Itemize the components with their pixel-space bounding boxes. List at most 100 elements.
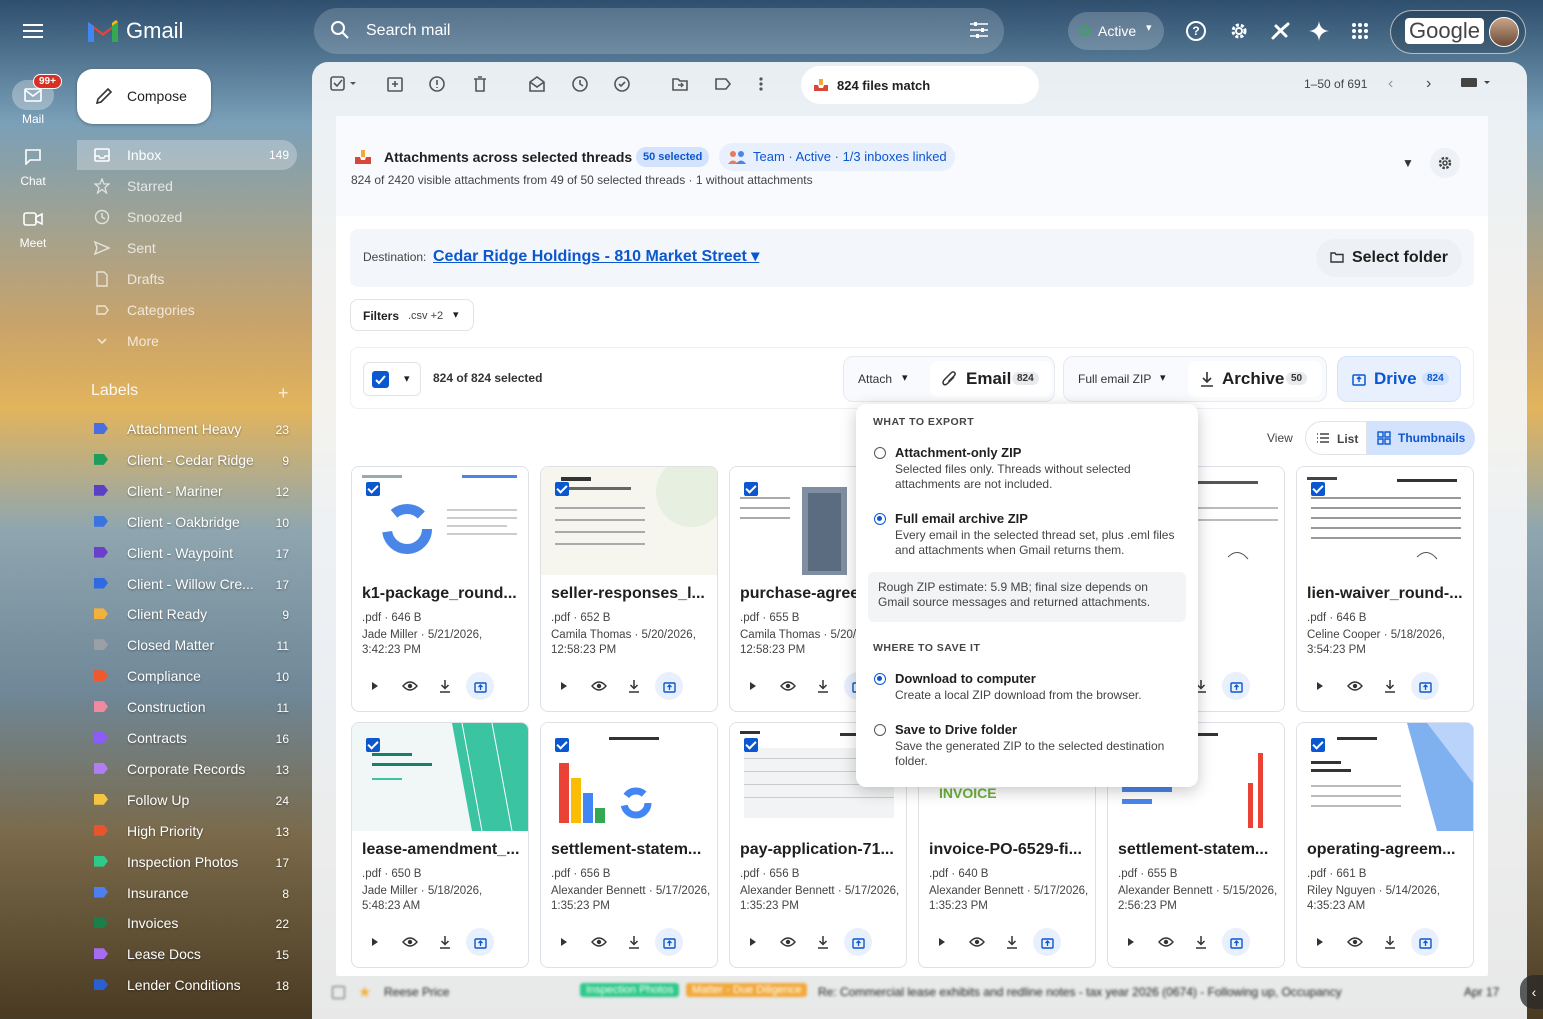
save-to-drive-icon[interactable] xyxy=(655,672,683,700)
play-icon[interactable] xyxy=(1306,928,1334,956)
help-icon[interactable]: ? xyxy=(1184,19,1208,43)
files-match-pill[interactable]: 824 files match xyxy=(801,66,1039,104)
label-item[interactable]: Client - Willow Cre... 17 xyxy=(77,570,297,598)
download-icon[interactable] xyxy=(431,928,459,956)
card-checkbox-icon[interactable] xyxy=(744,482,758,496)
team-chip[interactable]: Team · Active · 1/3 inboxes linked xyxy=(719,143,955,171)
label-tag-icon[interactable] xyxy=(714,75,734,95)
label-item[interactable]: Insurance 8 xyxy=(77,879,297,907)
status-selector[interactable]: Active ▾ xyxy=(1068,12,1164,50)
radio-selected-icon[interactable] xyxy=(874,513,886,525)
play-icon[interactable] xyxy=(361,672,389,700)
email-list-row[interactable]: ★ Reese Price Inspection Photos Matter -… xyxy=(320,980,1520,1006)
account-switcher[interactable]: Google xyxy=(1390,10,1526,54)
play-icon[interactable] xyxy=(739,672,767,700)
save-to-drive-icon[interactable] xyxy=(1222,928,1250,956)
card-checkbox-icon[interactable] xyxy=(1311,738,1325,752)
rail-chat[interactable]: Chat xyxy=(0,142,66,188)
label-item[interactable]: Contracts 16 xyxy=(77,724,297,752)
download-icon[interactable] xyxy=(1187,928,1215,956)
star-icon[interactable]: ★ xyxy=(358,983,371,1001)
label-item[interactable]: Follow Up 24 xyxy=(77,786,297,814)
radio-icon[interactable] xyxy=(874,724,886,736)
save-to-drive-icon[interactable] xyxy=(466,928,494,956)
preview-eye-icon[interactable] xyxy=(1341,672,1369,700)
download-icon[interactable] xyxy=(431,672,459,700)
download-to-computer-option[interactable]: Download to computer Create a local ZIP … xyxy=(874,671,1194,705)
label-item[interactable]: Lender Conditions 18 xyxy=(77,971,297,999)
label-item[interactable]: Lease Docs 15 xyxy=(77,940,297,968)
play-icon[interactable] xyxy=(550,672,578,700)
label-item[interactable]: Client - Waypoint 17 xyxy=(77,539,297,567)
preview-eye-icon[interactable] xyxy=(396,672,424,700)
filters-dropdown[interactable]: Filters .csv +2 ▾ xyxy=(350,299,474,331)
save-to-drive-icon[interactable] xyxy=(844,928,872,956)
zip-mode-dropdown[interactable]: Full email ZIP xyxy=(1078,372,1151,386)
apps-script-icon[interactable] xyxy=(1269,19,1293,43)
main-menu-icon[interactable] xyxy=(18,18,48,44)
email-button[interactable]: Email 824 xyxy=(930,361,1052,397)
download-icon[interactable] xyxy=(620,928,648,956)
snooze-clock-icon[interactable] xyxy=(571,75,591,95)
more-vert-icon[interactable] xyxy=(758,75,778,95)
gemini-sparkle-icon[interactable] xyxy=(1307,19,1331,43)
preview-eye-icon[interactable] xyxy=(774,672,802,700)
label-item[interactable]: Inspection Photos 17 xyxy=(77,848,297,876)
save-to-drive-option[interactable]: Save to Drive folder Save the generated … xyxy=(874,722,1194,770)
download-icon[interactable] xyxy=(809,672,837,700)
label-item[interactable]: Compliance 10 xyxy=(77,662,297,690)
save-to-drive-icon[interactable] xyxy=(1033,928,1061,956)
rail-meet[interactable]: Meet xyxy=(0,204,66,250)
card-checkbox-icon[interactable] xyxy=(555,482,569,496)
save-to-drive-icon[interactable] xyxy=(1411,672,1439,700)
card-checkbox-icon[interactable] xyxy=(366,482,380,496)
report-spam-icon[interactable] xyxy=(428,75,448,95)
play-icon[interactable] xyxy=(361,928,389,956)
preview-eye-icon[interactable] xyxy=(963,928,991,956)
row-checkbox-icon[interactable] xyxy=(332,986,345,999)
save-to-drive-icon[interactable] xyxy=(655,928,683,956)
view-thumbnails-button[interactable]: Thumbnails xyxy=(1367,421,1475,455)
side-panel-toggle-icon[interactable]: ‹ xyxy=(1520,975,1543,1009)
nav-item-categories[interactable]: Categories xyxy=(77,295,297,325)
label-item[interactable]: Client - Cedar Ridge 9 xyxy=(77,446,297,474)
attachment-card[interactable]: lease-amendment_... .pdf · 650 B Jade Mill… xyxy=(351,722,529,968)
play-icon[interactable] xyxy=(1117,928,1145,956)
preview-eye-icon[interactable] xyxy=(585,928,613,956)
full-email-archive-zip-option[interactable]: Full email archive ZIP Every email in th… xyxy=(874,511,1194,559)
label-item[interactable]: Attachment Heavy 23 xyxy=(77,415,297,443)
view-list-button[interactable]: List xyxy=(1305,421,1367,455)
nav-item-more[interactable]: More xyxy=(77,326,297,356)
prev-page-icon[interactable]: ‹ xyxy=(1388,75,1408,95)
label-item[interactable]: Client - Oakbridge 10 xyxy=(77,508,297,536)
preview-eye-icon[interactable] xyxy=(1152,928,1180,956)
select-folder-button[interactable]: Select folder xyxy=(1315,239,1462,277)
preview-eye-icon[interactable] xyxy=(774,928,802,956)
delete-icon[interactable] xyxy=(471,75,491,95)
attachment-card[interactable]: operating-agreem... .pdf · 661 B Riley Ngu… xyxy=(1296,722,1474,968)
mark-read-icon[interactable] xyxy=(528,75,548,95)
next-page-icon[interactable]: › xyxy=(1426,75,1446,95)
play-icon[interactable] xyxy=(928,928,956,956)
destination-folder-link[interactable]: Cedar Ridge Holdings - 810 Market Street… xyxy=(433,246,759,266)
nav-item-drafts[interactable]: Drafts xyxy=(77,264,297,294)
download-icon[interactable] xyxy=(809,928,837,956)
play-icon[interactable] xyxy=(739,928,767,956)
attachment-card[interactable]: k1-package_round... .pdf · 646 B Jade Mill… xyxy=(351,466,529,712)
play-icon[interactable] xyxy=(550,928,578,956)
save-to-drive-icon[interactable] xyxy=(466,672,494,700)
label-item[interactable]: Corporate Records 13 xyxy=(77,755,297,783)
archive-button[interactable]: Archive 50 xyxy=(1188,361,1322,397)
nav-item-inbox[interactable]: Inbox 149 xyxy=(77,140,297,170)
card-checkbox-icon[interactable] xyxy=(1311,482,1325,496)
label-item[interactable]: High Priority 13 xyxy=(77,817,297,845)
compose-button[interactable]: Compose xyxy=(77,69,211,124)
label-item[interactable]: Construction 11 xyxy=(77,693,297,721)
save-to-drive-icon[interactable] xyxy=(1222,672,1250,700)
label-item[interactable]: Invoices 22 xyxy=(77,909,297,937)
search-icon[interactable] xyxy=(330,20,350,40)
preview-eye-icon[interactable] xyxy=(1341,928,1369,956)
search-input[interactable]: Search mail xyxy=(366,22,450,40)
settings-gear-icon[interactable] xyxy=(1227,19,1251,43)
radio-icon[interactable] xyxy=(874,447,886,459)
